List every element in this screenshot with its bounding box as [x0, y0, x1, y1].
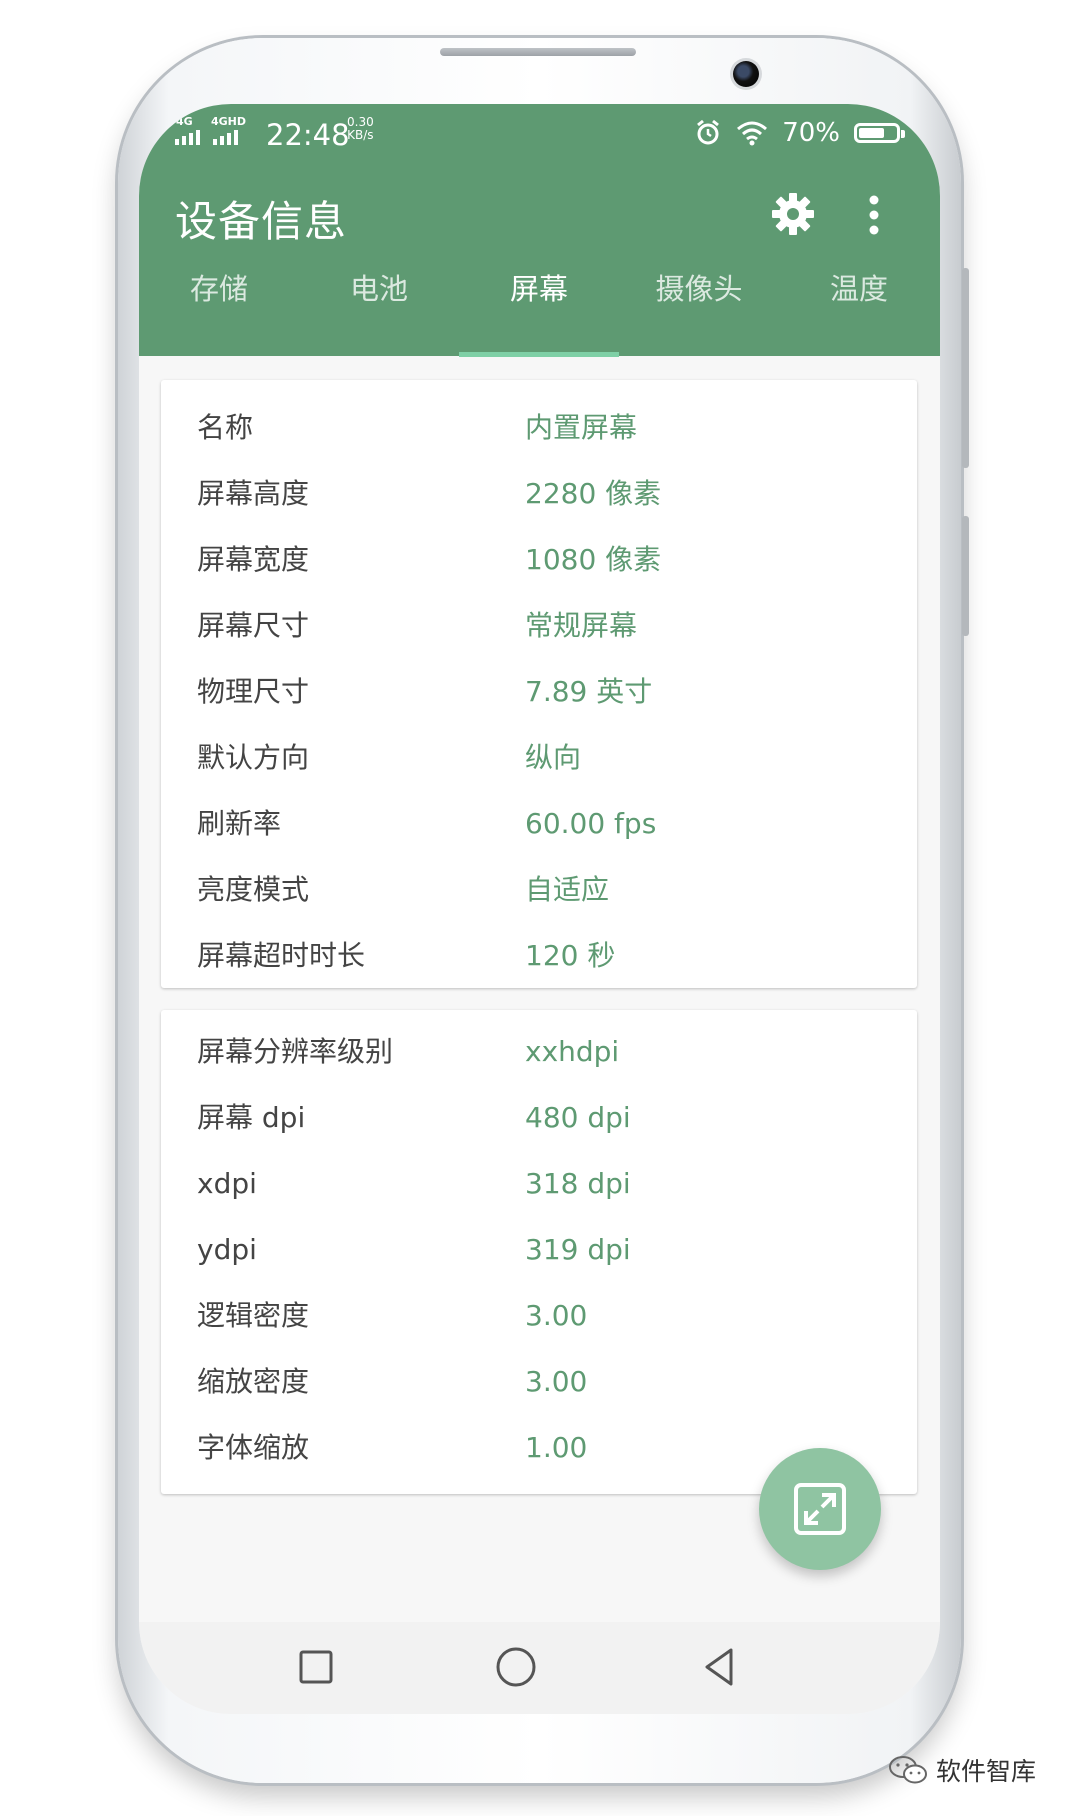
settings-gear-icon[interactable]: [769, 190, 817, 238]
row-label: 屏幕超时时长: [197, 939, 366, 972]
alarm-icon: [697, 119, 720, 145]
row-value: 常规屏幕: [525, 609, 638, 642]
tab-battery[interactable]: 电池: [299, 254, 459, 356]
row-label: ydpi: [197, 1233, 257, 1266]
back-triangle-icon[interactable]: [695, 1642, 745, 1692]
row-label: 名称: [197, 411, 254, 444]
status-time: 22:48: [266, 118, 350, 152]
row-value: 自适应: [525, 873, 610, 906]
sim1-signal-icon: [175, 130, 200, 145]
info-row: 名称 内置屏幕: [161, 398, 917, 458]
recents-square-icon[interactable]: [291, 1642, 341, 1692]
watermark: 软件智库: [888, 1752, 1036, 1788]
row-label: 缩放密度: [197, 1365, 310, 1398]
info-row: 刷新率 60.00 fps: [161, 794, 917, 854]
row-label: 物理尺寸: [197, 675, 310, 708]
status-right-icons: 70%: [694, 118, 905, 148]
row-value: 319 dpi: [525, 1233, 631, 1266]
info-row: 屏幕分辨率级别 xxhdpi: [161, 1022, 917, 1082]
expand-icon: [794, 1483, 846, 1535]
row-label: 逻辑密度: [197, 1299, 310, 1332]
row-label: 屏幕宽度: [197, 543, 310, 576]
row-value: 318 dpi: [525, 1167, 631, 1200]
row-value: 120 秒: [525, 939, 616, 972]
row-label: 刷新率: [197, 807, 282, 840]
screen-info-card: 名称 内置屏幕 屏幕高度 2280 像素 屏幕宽度 1080 像素 屏幕尺寸 常规屏幕 …: [161, 380, 917, 988]
tab-temperature[interactable]: 温度: [779, 254, 939, 356]
battery-level-fill: [859, 128, 884, 138]
info-row: 亮度模式 自适应: [161, 860, 917, 920]
row-value: xxhdpi: [525, 1035, 620, 1068]
earpiece-speaker: [440, 48, 636, 56]
display-density-card: 屏幕分辨率级别 xxhdpi 屏幕 dpi 480 dpi xdpi 318 dpi …: [161, 1010, 917, 1494]
info-row: 屏幕高度 2280 像素: [161, 464, 917, 524]
sim2-network-label: 4GHD: [211, 115, 247, 128]
info-row: 物理尺寸 7.89 英寸: [161, 662, 917, 722]
phone-screen: 4G 4GHD 22:48 0.30 KB/s 70% 设备信息 存储 电池 屏…: [139, 104, 940, 1714]
battery-percent: 70%: [782, 118, 840, 148]
row-value: 3.00: [525, 1365, 588, 1398]
fullscreen-fab[interactable]: [759, 1448, 881, 1570]
more-vertical-icon[interactable]: [859, 192, 889, 238]
row-value: 480 dpi: [525, 1101, 631, 1134]
tab-bar: 存储 电池 屏幕 摄像头 温度: [139, 254, 940, 357]
info-row: 逻辑密度 3.00: [161, 1286, 917, 1346]
wifi-icon: [737, 121, 768, 146]
info-row: 屏幕超时时长 120 秒: [161, 926, 917, 986]
row-value: 7.89 英寸: [525, 675, 653, 708]
row-label: 字体缩放: [197, 1431, 310, 1464]
page-title: 设备信息: [175, 197, 348, 246]
system-nav-bar: [139, 1622, 940, 1714]
network-speed: 0.30 KB/s: [347, 116, 374, 142]
row-label: xdpi: [197, 1167, 257, 1200]
home-circle-icon[interactable]: [491, 1642, 541, 1692]
tab-camera[interactable]: 摄像头: [619, 254, 779, 356]
row-value: 1.00: [525, 1431, 588, 1464]
row-value: 内置屏幕: [525, 411, 638, 444]
row-label: 屏幕分辨率级别: [197, 1035, 394, 1068]
info-row: ydpi 319 dpi: [161, 1220, 917, 1280]
tab-screen[interactable]: 屏幕: [459, 254, 619, 356]
row-label: 屏幕高度: [197, 477, 310, 510]
info-row: xdpi 318 dpi: [161, 1154, 917, 1214]
power-button: [962, 516, 969, 636]
watermark-text: 软件智库: [936, 1757, 1037, 1786]
wechat-logo-icon: [889, 1756, 927, 1784]
sim1-network-label: 4G: [176, 115, 193, 128]
row-value: 纵向: [525, 741, 582, 774]
app-bar: 4G 4GHD 22:48 0.30 KB/s 70% 设备信息 存储 电池 屏…: [139, 104, 940, 357]
info-row: 屏幕尺寸 常规屏幕: [161, 596, 917, 656]
tab-storage[interactable]: 存储: [139, 254, 299, 356]
row-value: 1080 像素: [525, 543, 662, 576]
volume-button: [962, 268, 969, 468]
info-row: 屏幕 dpi 480 dpi: [161, 1088, 917, 1148]
info-row: 默认方向 纵向: [161, 728, 917, 788]
info-row: 屏幕宽度 1080 像素: [161, 530, 917, 590]
row-label: 亮度模式: [197, 873, 310, 906]
status-bar: 4G 4GHD 22:48 0.30 KB/s 70%: [139, 104, 940, 166]
row-value: 2280 像素: [525, 477, 662, 510]
row-label: 屏幕 dpi: [197, 1101, 306, 1134]
front-camera: [733, 61, 759, 87]
speed-unit: KB/s: [347, 128, 374, 142]
battery-icon: [854, 123, 905, 143]
row-label: 默认方向: [197, 741, 310, 774]
info-row: 缩放密度 3.00: [161, 1352, 917, 1412]
row-value: 3.00: [525, 1299, 588, 1332]
row-label: 屏幕尺寸: [197, 609, 310, 642]
active-tab-indicator: [459, 352, 619, 357]
row-value: 60.00 fps: [525, 807, 657, 840]
sim2-signal-icon: [213, 130, 238, 145]
